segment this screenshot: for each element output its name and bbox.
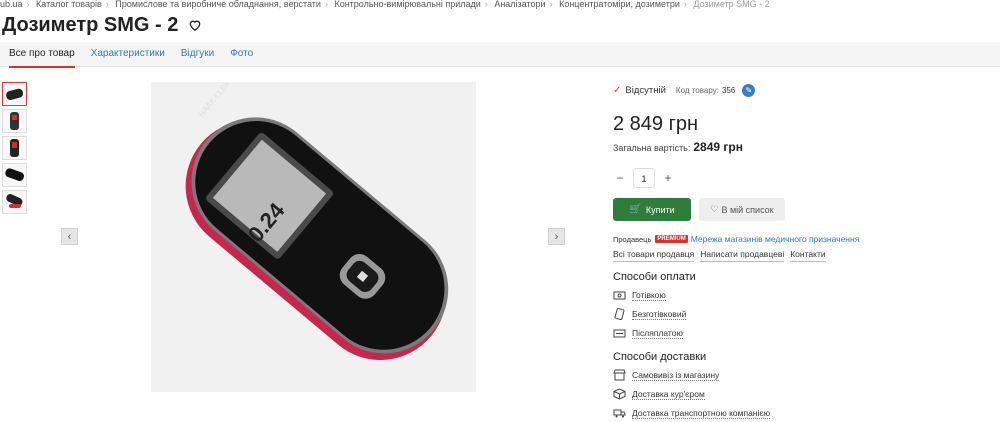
- delivery-option: Самовивіз із магазину: [613, 366, 993, 384]
- page-title: Дозиметр SMG - 2: [2, 13, 179, 36]
- payment-option: Готівкою: [613, 286, 993, 304]
- breadcrumb-item-catalog[interactable]: Каталог товарів: [36, 0, 102, 9]
- wishlist-button[interactable]: ♡ В мій список: [699, 198, 785, 221]
- stock-row: ✓ Відсутній Код товару: 356 ✎: [613, 82, 993, 98]
- stock-status: Відсутній: [625, 84, 666, 96]
- payment-method-label[interactable]: Готівкою: [632, 290, 666, 301]
- delivery-method-label[interactable]: Доставка кур'єром: [632, 389, 705, 400]
- chevron-right-icon: ›: [26, 0, 30, 9]
- payment-method-label[interactable]: Післяплатою: [632, 328, 683, 339]
- wishlist-label: В мій список: [721, 204, 774, 215]
- title-row: Дозиметр SMG - 2: [2, 12, 202, 38]
- heart-icon[interactable]: [188, 18, 202, 32]
- chevron-right-icon: ›: [105, 0, 109, 9]
- product-code-value: 356: [721, 85, 736, 95]
- cart-icon: 🛒: [629, 204, 642, 215]
- thumbnail[interactable]: [2, 82, 27, 106]
- delivery-method-label[interactable]: Доставка транспортною компанією: [632, 408, 771, 419]
- delivery-option: Доставка транспортною компанією: [613, 404, 993, 422]
- next-photo-button[interactable]: ›: [548, 228, 565, 245]
- payment-option: Післяплатою: [613, 324, 993, 342]
- main-product-photo: 0.24 HAAK ELEKTRONIK: [151, 55, 476, 392]
- quantity-input[interactable]: 1: [633, 168, 655, 188]
- product-info: ✓ Відсутній Код товару: 356 ✎ 2 849 грн …: [613, 82, 993, 422]
- seller-name-link[interactable]: Мережа магазинів медичного призначення: [691, 234, 860, 244]
- tab-photos[interactable]: Фото: [230, 42, 253, 67]
- product-tabs: Все про товар Характеристики Відгуки Фот…: [0, 42, 1000, 68]
- thumbnail[interactable]: [2, 109, 27, 133]
- brand-label: HAAK ELEKTRONIK: [197, 82, 252, 119]
- chevron-right-icon: ›: [484, 0, 488, 9]
- thumbnail-list: [2, 82, 28, 217]
- prev-photo-button[interactable]: ‹: [61, 228, 78, 245]
- tab-reviews[interactable]: Відгуки: [181, 42, 214, 67]
- delivery-title: Способи доставки: [613, 351, 707, 363]
- seller-label: Продавець: [613, 234, 652, 244]
- chevron-left-icon: ‹: [67, 230, 72, 243]
- chevron-right-icon: ›: [549, 0, 553, 9]
- card-icon: [613, 307, 626, 321]
- edit-icon[interactable]: ✎: [742, 83, 756, 97]
- thumbnail[interactable]: [2, 136, 27, 160]
- quantity-stepper: − 1 +: [613, 167, 993, 189]
- breadcrumb-item-analyzers[interactable]: Аналізатори: [494, 0, 545, 9]
- tab-characteristics[interactable]: Характеристики: [91, 42, 165, 67]
- breadcrumb: ub.ua › Каталог товарів › Промислове та ви…: [0, 0, 1000, 10]
- check-icon: ✓: [613, 84, 622, 96]
- increment-button[interactable]: +: [661, 171, 675, 185]
- chevron-right-icon: ›: [554, 230, 559, 243]
- cash-on-delivery-icon: [613, 327, 626, 339]
- seller-row: Продавець PREMIUM Мережа магазинів медич…: [613, 233, 993, 245]
- action-buttons: 🛒 Купити ♡ В мій список: [613, 198, 993, 221]
- payment-title: Способи оплати: [613, 271, 696, 283]
- thumbnail[interactable]: [2, 163, 27, 187]
- box-icon: [613, 388, 626, 400]
- premium-badge: PREMIUM: [655, 235, 688, 243]
- product-code-label: Код товару:: [675, 85, 719, 95]
- heart-icon: ♡: [710, 204, 719, 214]
- total-row: Загальна вартість: 2849 грн: [613, 140, 993, 154]
- breadcrumb-item-instruments[interactable]: Контрольно-вимірювальні прилади: [334, 0, 480, 9]
- breadcrumb-item-dosimeters[interactable]: Концентратоміри, дозиметри: [559, 0, 680, 9]
- breadcrumb-current: Дозиметр SMG - 2: [693, 0, 770, 9]
- breadcrumb-item-home[interactable]: ub.ua: [0, 0, 23, 9]
- decrement-button[interactable]: −: [613, 171, 627, 185]
- delivery-option: Доставка кур'єром: [613, 385, 993, 403]
- seller-links: Всі товари продавця Написати продавцеві …: [613, 249, 993, 262]
- delivery-method-label[interactable]: Самовивіз із магазину: [632, 370, 720, 381]
- chevron-right-icon: ›: [324, 0, 328, 9]
- buy-button[interactable]: 🛒 Купити: [613, 198, 691, 221]
- price: 2 849 грн: [613, 113, 699, 135]
- write-seller-link[interactable]: Написати продавцеві: [700, 249, 785, 262]
- total-value: 2849 грн: [693, 140, 743, 154]
- buy-label: Купити: [645, 204, 675, 215]
- contacts-link[interactable]: Контакти: [790, 249, 826, 262]
- truck-icon: [613, 407, 626, 419]
- breadcrumb-item-industrial[interactable]: Промислове та виробниче обладнання, верс…: [115, 0, 321, 9]
- store-icon: [613, 369, 626, 381]
- total-label: Загальна вартість:: [613, 143, 691, 153]
- tab-all-about[interactable]: Все про товар: [9, 42, 75, 68]
- cash-icon: [613, 289, 626, 301]
- thumbnail[interactable]: [2, 190, 27, 214]
- payment-option: Безготівковий: [613, 305, 993, 323]
- payment-method-label[interactable]: Безготівковий: [632, 309, 687, 320]
- all-seller-products-link[interactable]: Всі товари продавця: [613, 249, 695, 262]
- chevron-right-icon: ›: [683, 0, 687, 9]
